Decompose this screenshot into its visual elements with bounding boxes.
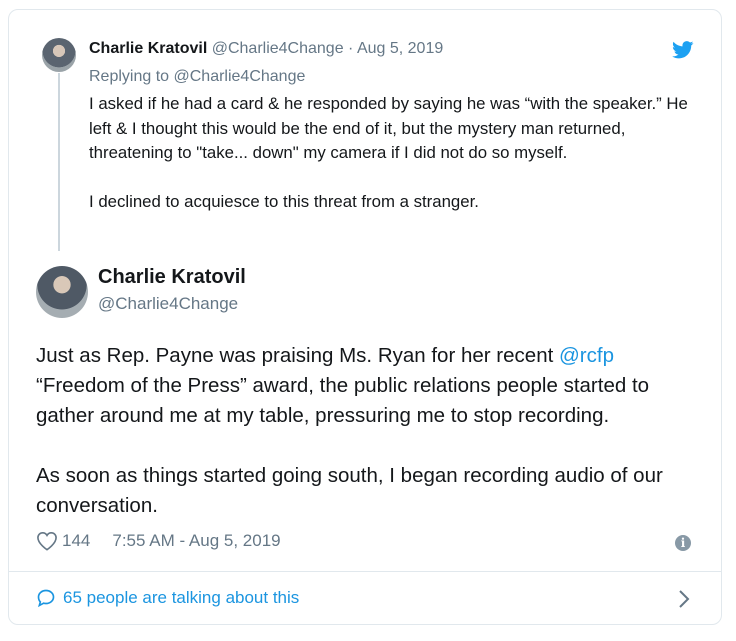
- conversation-link[interactable]: 65 people are talking about this: [36, 588, 299, 608]
- main-tweet-text: Just as Rep. Payne was praising Ms. Ryan…: [36, 341, 706, 551]
- parent-tweet-text: I asked if he had a card & he responded …: [89, 92, 699, 238]
- replying-to-label: Replying to: [89, 68, 170, 85]
- heart-icon[interactable]: [36, 531, 58, 551]
- main-author-handle[interactable]: @Charlie4Change: [98, 294, 238, 314]
- conversation-label[interactable]: 65 people are talking about this: [63, 588, 299, 608]
- parent-paragraph-1: I asked if he had a card & he responded …: [89, 94, 688, 162]
- twitter-bird-icon[interactable]: [672, 41, 694, 59]
- main-paragraph-1: Just as Rep. Payne was praising Ms. Ryan…: [36, 341, 706, 431]
- parent-avatar[interactable]: [42, 38, 76, 72]
- tweet-stats: 144 7:55 AM - Aug 5, 2019: [36, 531, 281, 551]
- like-count[interactable]: 144: [62, 531, 90, 551]
- parent-author-handle[interactable]: @Charlie4Change: [212, 40, 344, 57]
- chevron-right-icon[interactable]: [678, 589, 690, 609]
- replying-to-line: Replying to @Charlie4Change: [89, 68, 305, 86]
- parent-separator: ·: [348, 40, 354, 57]
- info-icon[interactable]: i: [675, 535, 691, 551]
- main-paragraph-2: As soon as things started going south, I…: [36, 464, 663, 517]
- main-text-part-1: Just as Rep. Payne was praising Ms. Ryan…: [36, 344, 559, 367]
- main-text-part-2: “Freedom of the Press” award, the public…: [36, 374, 650, 427]
- speech-bubble-icon: [37, 589, 55, 608]
- parent-author-name[interactable]: Charlie Kratovil: [89, 40, 207, 57]
- parent-paragraph-2: I declined to acquiesce to this threat f…: [89, 191, 479, 211]
- tweet-timestamp[interactable]: 7:55 AM - Aug 5, 2019: [112, 531, 280, 551]
- footer-divider: [9, 571, 721, 572]
- parent-tweet-header: Charlie Kratovil @Charlie4Change · Aug 5…: [89, 40, 443, 58]
- replying-to-handle[interactable]: @Charlie4Change: [174, 68, 306, 85]
- main-avatar[interactable]: [36, 266, 88, 318]
- thread-line: [58, 73, 60, 251]
- main-author-name[interactable]: Charlie Kratovil: [98, 266, 246, 289]
- parent-date[interactable]: Aug 5, 2019: [357, 40, 443, 57]
- mention-link[interactable]: @rcfp: [559, 344, 614, 367]
